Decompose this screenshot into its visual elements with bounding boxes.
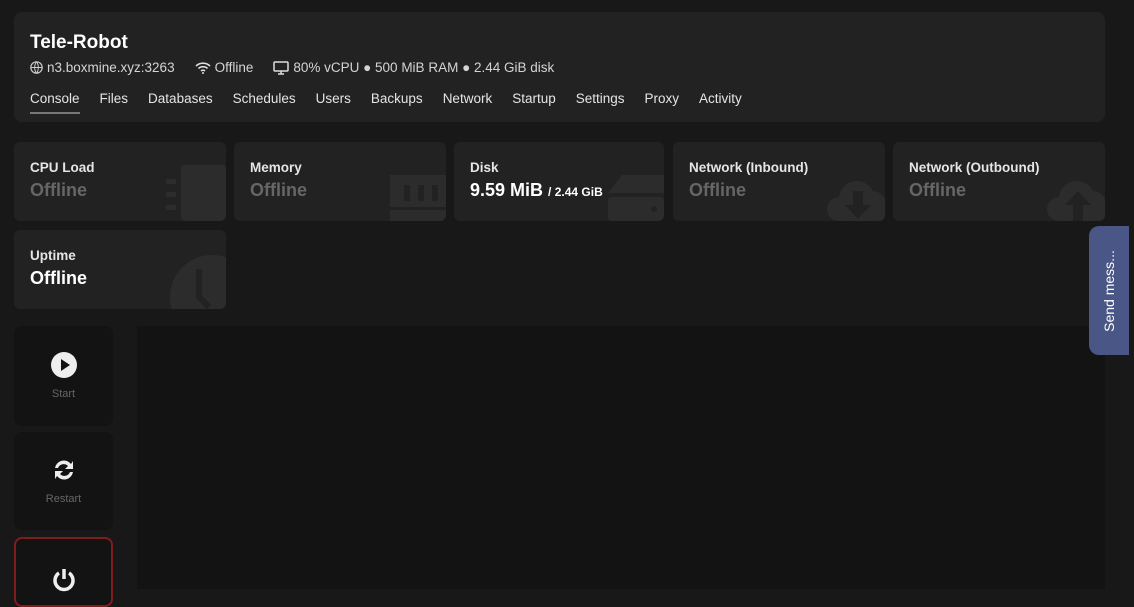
stat-cpu: CPU Load Offline [14, 142, 226, 221]
tab-schedules[interactable]: Schedules [233, 91, 296, 114]
cloud-upload-icon [1047, 181, 1105, 221]
cpu-icon [166, 165, 226, 221]
tab-proxy[interactable]: Proxy [645, 91, 680, 114]
cloud-download-icon [827, 181, 885, 221]
server-name: Tele-Robot [30, 32, 128, 53]
tab-users[interactable]: Users [316, 91, 351, 114]
clock-icon [170, 255, 226, 309]
server-status: Offline [214, 60, 254, 75]
globe-icon [30, 61, 43, 74]
tab-files[interactable]: Files [100, 91, 129, 114]
restart-button[interactable]: Restart [14, 432, 113, 530]
tab-settings[interactable]: Settings [576, 91, 625, 114]
start-button[interactable]: Start [14, 326, 113, 426]
tab-network[interactable]: Network [443, 91, 493, 114]
memory-icon [390, 175, 446, 221]
tab-backups[interactable]: Backups [371, 91, 423, 114]
server-resources: 80% vCPU ● 500 MiB RAM ● 2.44 GiB disk [293, 60, 555, 75]
stat-uptime: Uptime Offline [14, 230, 226, 309]
stat-network-inbound: Network (Inbound) Offline [673, 142, 885, 221]
console-output[interactable] [137, 326, 1105, 589]
stop-button[interactable] [14, 537, 113, 607]
tab-activity[interactable]: Activity [699, 91, 742, 114]
tab-databases[interactable]: Databases [148, 91, 213, 114]
nav-tabs: Console Files Databases Schedules Users … [30, 91, 1089, 114]
stat-network-outbound: Network (Outbound) Offline [893, 142, 1105, 221]
stat-disk: Disk 9.59 MiB / 2.44 GiB [454, 142, 664, 221]
monitor-icon [273, 60, 290, 75]
send-message-tab[interactable]: Send mess... [1089, 226, 1129, 355]
server-address: n3.boxmine.xyz:3263 [47, 60, 175, 75]
wifi-icon [195, 62, 211, 74]
tab-console[interactable]: Console [30, 91, 80, 114]
power-icon [52, 569, 75, 592]
refresh-icon [54, 460, 73, 480]
tab-startup[interactable]: Startup [512, 91, 556, 114]
server-header: Tele-Robot n3.boxmine.xyz:3263 Offline 8… [14, 12, 1105, 122]
stat-memory: Memory Offline [234, 142, 446, 221]
play-icon [50, 352, 77, 378]
hard-drive-icon [608, 175, 664, 221]
